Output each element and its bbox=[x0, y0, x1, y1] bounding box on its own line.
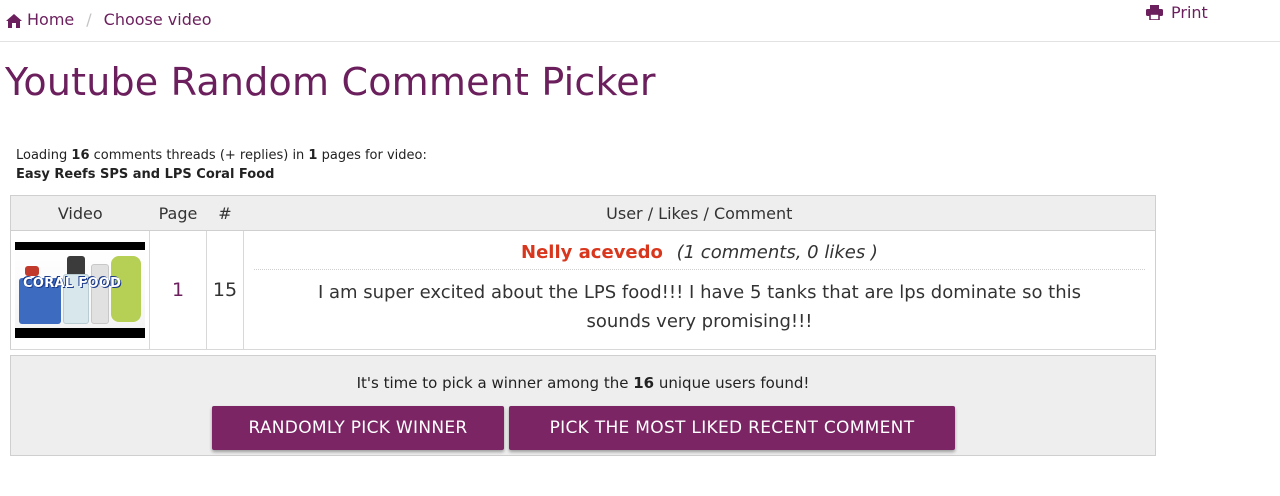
print-icon bbox=[1146, 5, 1163, 20]
table-row: CORAL FOOD 1 15 Nelly acevedo (1 comment… bbox=[10, 230, 1156, 350]
print-label: Print bbox=[1171, 3, 1208, 22]
user-meta: (1 comments, 0 likes ) bbox=[676, 242, 878, 263]
number-cell: 15 bbox=[206, 230, 244, 350]
breadcrumb-home-link[interactable]: Home bbox=[27, 10, 74, 29]
header-page: Page bbox=[149, 195, 207, 231]
loading-status: Loading 16 comments threads (+ replies) … bbox=[16, 146, 427, 184]
print-link[interactable]: Print bbox=[1146, 3, 1208, 22]
loading-middle: comments threads (+ replies) in bbox=[89, 148, 309, 163]
thumbnail-caption: CORAL FOOD bbox=[23, 276, 122, 291]
comment-cell: Nelly acevedo (1 comments, 0 likes ) I a… bbox=[243, 230, 1156, 350]
header-video: Video bbox=[10, 195, 150, 231]
unique-users-count: 16 bbox=[633, 374, 655, 392]
user-name[interactable]: Nelly acevedo bbox=[521, 242, 663, 263]
pick-text-prefix: It's time to pick a winner among the bbox=[356, 374, 634, 392]
pick-winner-panel: It's time to pick a winner among the 16 … bbox=[10, 355, 1156, 456]
results-table: Video Page # User / Likes / Comment CORA bbox=[10, 195, 1156, 350]
pick-winner-text: It's time to pick a winner among the 16 … bbox=[11, 374, 1155, 392]
loading-prefix: Loading bbox=[16, 148, 72, 163]
top-bar: Home / Choose video Print bbox=[0, 0, 1280, 42]
breadcrumb-choose-video-link[interactable]: Choose video bbox=[104, 10, 212, 29]
pick-most-liked-button[interactable]: PICK THE MOST LIKED RECENT COMMENT bbox=[509, 406, 955, 450]
home-icon bbox=[6, 13, 22, 28]
page-number: 1 bbox=[171, 279, 185, 301]
logo-shape bbox=[25, 266, 39, 276]
jar-shape bbox=[91, 264, 109, 324]
header-comment: User / Likes / Comment bbox=[243, 195, 1156, 231]
video-title: Easy Reefs SPS and LPS Coral Food bbox=[16, 167, 275, 182]
header-number: # bbox=[206, 195, 244, 231]
breadcrumb: Home / Choose video bbox=[6, 10, 212, 29]
pick-text-suffix: unique users found! bbox=[654, 374, 810, 392]
loading-suffix: pages for video: bbox=[317, 148, 427, 163]
page-cell[interactable]: 1 bbox=[149, 230, 207, 350]
page-title: Youtube Random Comment Picker bbox=[5, 60, 656, 104]
comment-count: 16 bbox=[71, 148, 90, 163]
comment-text: I am super excited about the LPS food!!!… bbox=[317, 282, 1082, 332]
breadcrumb-separator: / bbox=[86, 10, 92, 29]
randomly-pick-winner-button[interactable]: RANDOMLY PICK WINNER bbox=[212, 406, 504, 450]
video-thumbnail[interactable]: CORAL FOOD bbox=[15, 242, 145, 338]
comment-header: Nelly acevedo (1 comments, 0 likes ) bbox=[254, 234, 1145, 270]
video-cell: CORAL FOOD bbox=[10, 230, 150, 350]
